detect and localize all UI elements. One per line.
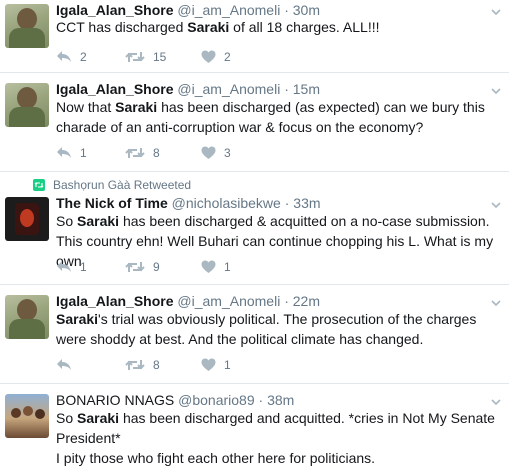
timestamp[interactable]: 15m [293,81,320,97]
retweeted-by-label: Bashọrun Gàà Retweeted [53,178,192,192]
keyword-highlight: Saraki [187,19,230,35]
author-name[interactable]: The Nick of Time [56,195,168,211]
retweet-count: 8 [153,358,160,372]
heart-icon [201,260,216,273]
keyword-highlight: Saraki [77,213,120,229]
author-name[interactable]: Igala_Alan_Shore [56,81,174,97]
heart-icon [201,146,216,159]
tweet-text: So Saraki has been discharged and acquit… [56,410,495,466]
like-count: 1 [224,260,231,274]
reply-icon [57,51,71,62]
reply-button[interactable]: 1 [56,258,87,276]
tweet[interactable]: Igala_Alan_Shore @i_am_Anomeli · 30m CCT… [0,0,509,73]
author-handle[interactable]: @i_am_Anomeli [177,293,280,309]
tweet[interactable]: Bashọrun Gàà Retweeted The Nick of Time … [0,172,509,285]
avatar[interactable] [5,4,49,48]
author-handle[interactable]: @nicholasibekwe [172,195,281,211]
retweet-button[interactable]: 8 [125,144,160,162]
time-separator: · [284,195,290,211]
retweet-context[interactable]: Bashọrun Gàà Retweeted [33,178,191,192]
tweet-actions: 8 1 [56,356,286,374]
retweet-count: 15 [153,50,167,64]
tweet-header: The Nick of Time @nicholasibekwe · 33m [56,195,321,211]
chevron-down-icon[interactable] [490,85,502,97]
reply-button[interactable]: 2 [56,48,87,66]
tweet-text: Now that Saraki has been discharged (as … [56,99,485,135]
timestamp[interactable]: 22m [293,293,320,309]
reply-icon [57,359,71,370]
keyword-highlight: Saraki [77,410,120,426]
author-name[interactable]: BONARIO NNAGS [56,392,174,408]
reply-button[interactable]: 1 [56,144,87,162]
tweet-text: Saraki's trial was obviously political. … [56,311,477,347]
tweet[interactable]: Igala_Alan_Shore @i_am_Anomeli · 22m Sar… [0,285,509,384]
reply-count: 1 [80,260,87,274]
chevron-down-icon[interactable] [490,199,502,211]
tweet-header: Igala_Alan_Shore @i_am_Anomeli · 30m [56,2,320,18]
like-button[interactable]: 3 [201,144,231,162]
retweet-button[interactable]: 15 [125,48,166,66]
reply-count: 1 [80,146,87,160]
author-handle[interactable]: @i_am_Anomeli [177,81,280,97]
tweet-actions: 2 15 2 [56,48,286,66]
time-separator: · [284,2,289,18]
avatar[interactable] [5,83,49,127]
heart-icon [201,358,216,371]
retweet-context-icon [33,179,45,191]
retweet-icon [125,360,145,370]
retweet-button[interactable]: 9 [125,258,160,276]
author-handle[interactable]: @bonario89 [178,392,255,408]
like-button[interactable]: 1 [201,356,231,374]
keyword-highlight: Saraki [115,99,158,115]
chevron-down-icon[interactable] [490,297,502,309]
author-handle[interactable]: @i_am_Anomeli [177,2,280,18]
timestamp[interactable]: 33m [293,195,320,211]
retweet-button[interactable]: 8 [125,356,160,374]
timestamp[interactable]: 30m [293,2,320,18]
chevron-down-icon[interactable] [490,396,502,408]
timestamp[interactable]: 38m [267,392,294,408]
avatar[interactable] [5,197,49,241]
retweet-icon [125,262,145,272]
retweet-count: 9 [153,260,160,274]
reply-count: 2 [80,50,87,64]
avatar[interactable] [5,295,49,339]
reply-icon [57,261,71,272]
time-separator: · [284,293,289,309]
tweet[interactable]: BONARIO NNAGS @bonario89 · 38m So Saraki… [0,384,509,466]
like-button[interactable]: 1 [201,258,231,276]
retweet-icon [125,52,145,62]
like-count: 2 [224,50,231,64]
heart-icon [201,50,216,63]
tweet-actions: 1 9 1 [56,258,286,276]
like-count: 3 [224,146,231,160]
reply-icon [57,147,71,158]
avatar[interactable] [5,394,49,438]
tweet-header: Igala_Alan_Shore @i_am_Anomeli · 22m [56,293,320,309]
author-name[interactable]: Igala_Alan_Shore [56,2,174,18]
tweet-header: BONARIO NNAGS @bonario89 · 38m [56,392,294,408]
tweet-actions: 1 8 3 [56,144,286,162]
tweet[interactable]: Igala_Alan_Shore @i_am_Anomeli · 15m Now… [0,73,509,172]
reply-button[interactable] [56,356,80,374]
keyword-highlight: Saraki [56,311,99,327]
tweet-header: Igala_Alan_Shore @i_am_Anomeli · 15m [56,81,320,97]
time-separator: · [284,81,289,97]
tweet-text: CCT has discharged Saraki of all 18 char… [56,19,380,35]
time-separator: · [258,392,264,408]
like-button[interactable]: 2 [201,48,231,66]
author-name[interactable]: Igala_Alan_Shore [56,293,174,309]
like-count: 1 [224,358,231,372]
retweet-icon [125,148,145,158]
retweet-count: 8 [153,146,160,160]
